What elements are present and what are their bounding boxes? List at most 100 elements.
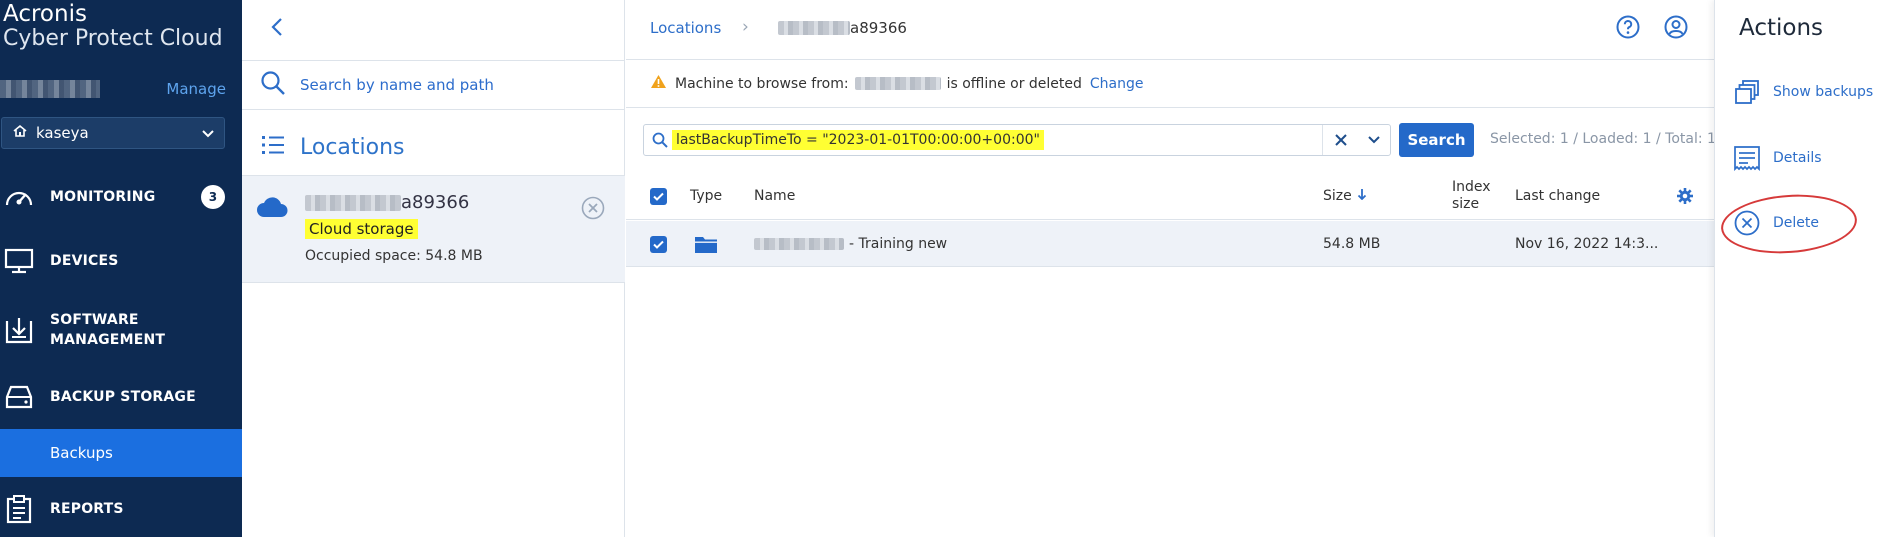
change-machine-link[interactable]: Change bbox=[1090, 76, 1144, 92]
offline-warning: Machine to browse from: is offline or de… bbox=[626, 60, 1714, 108]
column-index-size[interactable]: Index size bbox=[1452, 172, 1491, 220]
search-icon bbox=[652, 132, 668, 148]
list-icon bbox=[262, 135, 284, 159]
location-type: Cloud storage bbox=[305, 219, 418, 239]
nav-backup-storage[interactable]: BACKUP STORAGE bbox=[0, 379, 242, 415]
column-index-size-label: Index size bbox=[1452, 179, 1491, 213]
column-name[interactable]: Name bbox=[754, 172, 795, 220]
gauge-icon bbox=[2, 180, 36, 214]
location-search[interactable]: Search by name and path bbox=[242, 60, 625, 110]
row-checkbox[interactable] bbox=[650, 221, 667, 267]
breadcrumb-current-suffix: a89366 bbox=[850, 19, 907, 37]
column-index-size-line1: Index bbox=[1452, 179, 1491, 195]
brand-product: Cyber Protect Cloud bbox=[3, 26, 223, 51]
row-size: 54.8 MB bbox=[1323, 236, 1381, 252]
storage-drive-icon bbox=[2, 380, 36, 414]
details-label: Details bbox=[1773, 150, 1822, 166]
details-action[interactable]: Details bbox=[1733, 144, 1822, 172]
breadcrumb-locations[interactable]: Locations bbox=[650, 19, 721, 37]
software-box-icon bbox=[2, 313, 36, 347]
nav-sub-backups-label: Backups bbox=[50, 444, 113, 462]
warning-suffix: is offline or deleted bbox=[946, 75, 1082, 92]
location-item[interactable]: a89366 Cloud storage Occupied space: 54.… bbox=[242, 175, 625, 283]
nav-sub-backups[interactable]: Backups bbox=[0, 429, 242, 477]
column-size-label: Size bbox=[1323, 188, 1352, 204]
row-name-suffix: - Training new bbox=[849, 236, 948, 252]
nav-monitoring-label: MONITORING bbox=[50, 189, 156, 205]
main-content: Locations › a89366 Machine to browse fro… bbox=[626, 0, 1716, 537]
search-icon bbox=[260, 70, 286, 100]
help-icon[interactable] bbox=[1616, 15, 1640, 43]
annotation-highlight-ring bbox=[1719, 190, 1859, 258]
nav-devices[interactable]: DEVICES bbox=[0, 243, 242, 279]
monitoring-alert-badge: 3 bbox=[201, 185, 225, 209]
tenant-selector-label: kaseya bbox=[36, 124, 89, 142]
back-button[interactable] bbox=[262, 14, 292, 44]
chevron-down-icon[interactable] bbox=[1358, 125, 1390, 155]
breadcrumb-chevron-icon: › bbox=[742, 17, 749, 37]
sidebar: Acronis Cyber Protect Cloud Manage kasey… bbox=[0, 0, 242, 537]
nav-software-management[interactable]: SOFTWARE MANAGEMENT bbox=[0, 308, 242, 352]
nav-devices-label: DEVICES bbox=[50, 253, 119, 269]
search-button[interactable]: Search bbox=[1399, 123, 1474, 157]
filter-input[interactable]: lastBackupTimeTo = "2023-01-01T00:00:00+… bbox=[643, 124, 1391, 156]
remove-location-icon[interactable] bbox=[581, 196, 605, 224]
chevron-down-icon bbox=[202, 124, 214, 142]
actions-panel: Actions Show backups Details Delete bbox=[1714, 0, 1879, 537]
select-all-checkbox[interactable] bbox=[650, 172, 667, 220]
row-last-change: Nov 16, 2022 14:3... bbox=[1515, 236, 1659, 252]
actions-title: Actions bbox=[1739, 15, 1824, 41]
breadcrumb-current: a89366 bbox=[778, 19, 907, 37]
selection-info: Selected: 1 / Loaded: 1 / Total: 1 bbox=[1490, 131, 1716, 147]
nav-monitoring[interactable]: MONITORING 3 bbox=[0, 179, 242, 215]
show-backups-label: Show backups bbox=[1773, 84, 1874, 100]
redacted-text bbox=[778, 21, 850, 35]
checkbox-checked-icon bbox=[650, 187, 667, 205]
location-name: a89366 bbox=[305, 192, 469, 213]
details-document-icon bbox=[1733, 144, 1761, 172]
filter-query-text: lastBackupTimeTo = "2023-01-01T00:00:00+… bbox=[672, 130, 1044, 150]
locations-panel: Search by name and path Locations a89366… bbox=[242, 0, 625, 537]
redacted-text bbox=[754, 238, 844, 250]
column-last-change[interactable]: Last change bbox=[1515, 172, 1600, 220]
show-backups-action[interactable]: Show backups bbox=[1733, 78, 1873, 106]
manage-link[interactable]: Manage bbox=[166, 80, 226, 98]
column-index-size-line2: size bbox=[1452, 196, 1480, 212]
checkbox-checked-icon bbox=[650, 235, 667, 253]
table-header: Type Name Size Index size Last change bbox=[626, 172, 1714, 220]
location-name-suffix: a89366 bbox=[401, 192, 470, 213]
tenant-name-redacted bbox=[0, 80, 100, 98]
monitor-icon bbox=[2, 244, 36, 278]
nav-reports[interactable]: REPORTS bbox=[0, 491, 242, 527]
column-size[interactable]: Size bbox=[1323, 172, 1367, 220]
row-name: - Training new bbox=[754, 221, 947, 267]
chevron-left-icon bbox=[271, 17, 283, 41]
nav-software-management-label: SOFTWARE MANAGEMENT bbox=[50, 310, 165, 350]
nav-reports-label: REPORTS bbox=[50, 501, 124, 517]
nav-software-label-line1: SOFTWARE bbox=[50, 312, 139, 328]
sort-descending-icon bbox=[1357, 188, 1367, 204]
backups-stack-icon bbox=[1733, 78, 1761, 106]
tenant-selector[interactable]: kaseya bbox=[1, 117, 225, 149]
top-bar: Locations › a89366 bbox=[626, 0, 1714, 60]
folder-icon bbox=[694, 221, 718, 267]
gear-icon[interactable] bbox=[1676, 172, 1694, 220]
warning-icon bbox=[650, 74, 667, 93]
brand-name: Acronis bbox=[3, 1, 87, 27]
home-icon bbox=[12, 123, 28, 143]
column-type[interactable]: Type bbox=[690, 172, 722, 220]
account-icon[interactable] bbox=[1664, 15, 1688, 43]
table-row[interactable]: - Training new 54.8 MB Nov 16, 2022 14:3… bbox=[626, 221, 1714, 267]
location-occupied-space: Occupied space: 54.8 MB bbox=[305, 248, 483, 264]
redacted-text bbox=[854, 77, 941, 90]
location-search-placeholder: Search by name and path bbox=[300, 75, 494, 94]
cloud-icon bbox=[256, 196, 288, 222]
nav-backup-storage-label: BACKUP STORAGE bbox=[50, 389, 196, 405]
clipboard-icon bbox=[2, 492, 36, 526]
locations-header: Locations bbox=[242, 120, 625, 174]
clear-filter-icon[interactable] bbox=[1322, 125, 1358, 155]
locations-title: Locations bbox=[300, 134, 405, 160]
warning-prefix: Machine to browse from: bbox=[675, 75, 849, 92]
redacted-text bbox=[305, 194, 401, 211]
nav-software-label-line2: MANAGEMENT bbox=[50, 332, 166, 348]
